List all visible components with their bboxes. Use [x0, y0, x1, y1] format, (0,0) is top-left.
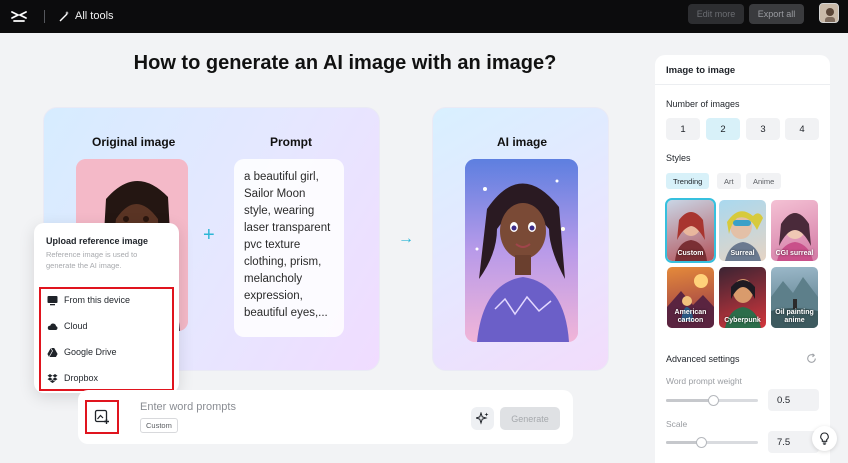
scale-value[interactable]: 7.5	[768, 431, 819, 453]
sparkle-icon	[476, 412, 489, 425]
upload-options-list: From this device Cloud Google Drive Drop…	[39, 287, 174, 391]
style-thumb-surreal[interactable]: Surreal	[719, 200, 766, 261]
word-prompt-weight-value[interactable]: 0.5	[768, 389, 819, 411]
style-thumb-cgi-surreal[interactable]: CGI surreal	[771, 200, 818, 261]
upload-from-google-drive-option[interactable]: Google Drive	[47, 344, 117, 360]
arrow-right-icon: →	[398, 230, 414, 247]
advanced-settings-label: Advanced settings	[666, 354, 740, 364]
top-bar: All tools Edit more Export all	[0, 0, 848, 33]
style-thumb-american-cartoon[interactable]: American cartoon	[667, 267, 714, 328]
number-option-1[interactable]: 1	[666, 118, 700, 140]
capcut-logo-icon[interactable]	[10, 7, 28, 25]
add-image-icon	[94, 409, 109, 424]
number-option-4[interactable]: 4	[785, 118, 819, 140]
prompt-bar: Custom Generate	[78, 390, 573, 444]
option-label: From this device	[64, 295, 131, 305]
user-avatar[interactable]	[819, 3, 839, 23]
slider-fill	[666, 399, 713, 402]
word-prompt-weight-slider[interactable]	[666, 395, 758, 406]
upload-image-button[interactable]	[85, 400, 119, 434]
inspire-button[interactable]	[471, 407, 494, 430]
style-label: Custom	[677, 250, 704, 257]
google-drive-icon	[47, 347, 58, 357]
upload-reference-popover: Upload reference image Reference image i…	[34, 223, 179, 393]
scale-label: Scale	[666, 419, 688, 429]
style-label: CGI surreal	[775, 250, 814, 257]
magic-wand-icon	[59, 10, 69, 21]
image-to-image-panel: Image to image Number of images 1 2 3 4 …	[655, 55, 830, 463]
style-label: Cyberpunk	[724, 317, 761, 324]
slider-handle[interactable]	[708, 395, 719, 406]
number-option-3[interactable]: 3	[746, 118, 780, 140]
top-divider	[44, 10, 45, 23]
export-all-button[interactable]: Export all	[749, 4, 804, 24]
popover-title: Upload reference image	[46, 236, 149, 246]
lightbulb-icon	[820, 432, 829, 445]
slider-handle[interactable]	[696, 437, 707, 448]
style-label: American cartoon	[674, 309, 707, 324]
tab-anime[interactable]: Anime	[746, 173, 782, 189]
help-button[interactable]	[812, 426, 837, 451]
word-prompt-weight-label: Word prompt weight	[666, 376, 742, 386]
example-output-card: AI image	[432, 107, 609, 371]
style-thumb-cyberpunk[interactable]: Cyberpunk	[719, 267, 766, 328]
style-label: Surreal	[730, 250, 755, 257]
option-label: Dropbox	[64, 373, 99, 383]
option-label: Google Drive	[64, 347, 117, 357]
tab-trending[interactable]: Trending	[666, 173, 710, 189]
upload-from-dropbox-option[interactable]: Dropbox	[47, 370, 98, 386]
scale-slider[interactable]	[666, 437, 758, 448]
prompt-title: Prompt	[270, 135, 312, 149]
style-thumb-oil-painting-anime[interactable]: Oil painting anime	[771, 267, 818, 328]
ai-image-title: AI image	[497, 135, 548, 149]
page-headline: How to generate an AI image with an imag…	[133, 52, 557, 74]
all-tools-button[interactable]: All tools	[58, 7, 114, 25]
popover-description: Reference image is used to generate the …	[46, 250, 138, 270]
prompt-input[interactable]	[140, 401, 340, 413]
tab-art[interactable]: Art	[717, 173, 741, 189]
ai-generated-image	[465, 159, 578, 342]
reset-icon[interactable]	[806, 353, 817, 364]
number-option-2[interactable]: 2	[706, 118, 740, 140]
original-image-title: Original image	[92, 135, 176, 149]
example-prompt-text: a beautiful girl, Sailor Moon style, wea…	[234, 159, 344, 337]
dropbox-icon	[47, 373, 58, 383]
generate-button[interactable]: Generate	[500, 407, 560, 430]
cloud-icon	[47, 322, 58, 330]
edit-more-button[interactable]: Edit more	[688, 4, 744, 24]
style-label: Oil painting anime	[775, 309, 814, 324]
styles-label: Styles	[666, 153, 691, 163]
custom-style-tag[interactable]: Custom	[140, 418, 178, 433]
number-of-images-label: Number of images	[666, 99, 740, 109]
option-label: Cloud	[64, 321, 88, 331]
style-thumb-custom[interactable]: Custom	[665, 198, 716, 263]
all-tools-label: All tools	[75, 10, 114, 22]
panel-divider	[655, 84, 830, 85]
upload-from-device-option[interactable]: From this device	[47, 292, 130, 308]
panel-title: Image to image	[666, 65, 736, 76]
upload-from-cloud-option[interactable]: Cloud	[47, 318, 88, 334]
plus-symbol: +	[203, 224, 215, 246]
monitor-icon	[47, 295, 58, 305]
